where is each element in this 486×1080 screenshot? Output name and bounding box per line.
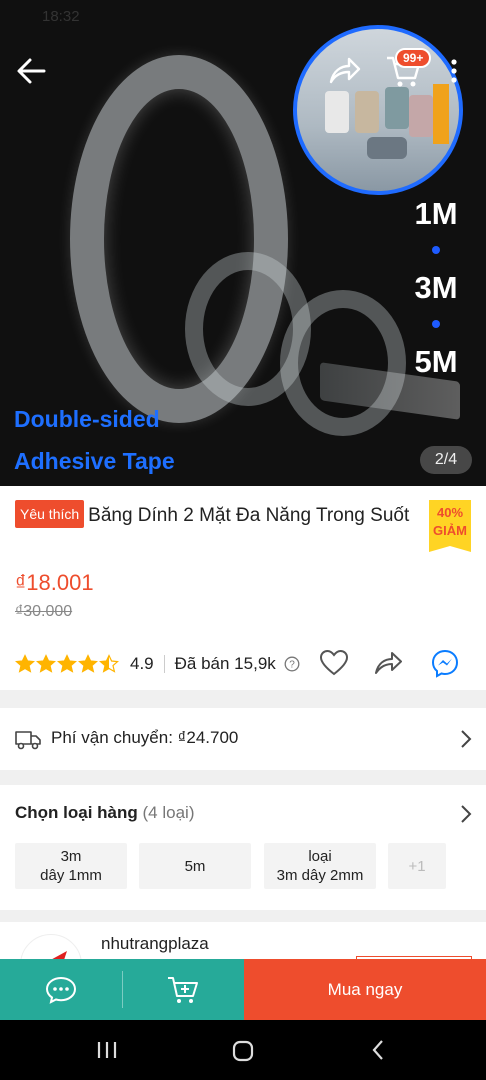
variant-option-line1: 3m — [60, 848, 82, 865]
add-to-cart-button[interactable] — [122, 959, 244, 1020]
rating-value: 4.9 — [130, 654, 154, 673]
discount-badge: 40% GIẢM — [429, 500, 471, 552]
variant-option-line2: 3m dây 2mm — [276, 867, 364, 884]
variant-option[interactable]: loại 3m dây 2mm — [264, 843, 376, 889]
variant-option-line2: dây 1mm — [40, 867, 102, 884]
variant-count: (4 loại) — [142, 803, 195, 822]
product-info-section: Yêu thích Băng Dính 2 Mặt Đa Năng Trong S… — [0, 486, 486, 690]
system-nav-bar — [0, 1020, 486, 1080]
star-icon — [36, 654, 56, 673]
messenger-icon[interactable] — [430, 648, 460, 678]
more-options-icon[interactable] — [449, 58, 459, 84]
chat-icon — [45, 976, 77, 1004]
favorite-badge: Yêu thích — [15, 500, 85, 528]
home-icon[interactable] — [231, 1039, 255, 1063]
buy-now-button[interactable]: Mua ngay — [244, 959, 486, 1020]
variant-option-line1: loại — [308, 848, 332, 865]
system-back-icon[interactable] — [371, 1039, 385, 1061]
cup — [409, 95, 433, 137]
help-icon[interactable]: ? — [284, 656, 300, 672]
chevron-right-icon[interactable] — [460, 804, 472, 824]
variant-option-line1: 5m — [184, 857, 206, 875]
product-title-text: Băng Dính 2 Mặt Đa Năng Trong Suốt — [88, 505, 410, 526]
size-label: 3M — [414, 270, 458, 305]
size-labels: 1M 3M 5M — [406, 196, 466, 380]
variant-option[interactable]: 5m — [139, 843, 251, 889]
share-icon[interactable] — [327, 55, 361, 85]
star-icon — [15, 654, 35, 673]
current-price: ₫18.001 — [15, 570, 94, 595]
image-counter: 2/4 — [420, 446, 472, 474]
svg-text:?: ? — [289, 660, 295, 671]
variant-option[interactable]: 3m dây 1mm — [15, 843, 127, 889]
discount-percent: 40% — [436, 505, 464, 520]
star-icon — [57, 654, 77, 673]
faucet — [367, 137, 407, 159]
star-icon — [78, 654, 98, 673]
heart-icon[interactable] — [319, 648, 349, 678]
add-cart-icon — [168, 977, 198, 1003]
chat-button[interactable] — [0, 959, 122, 1020]
star-icon — [99, 654, 119, 673]
towel — [433, 84, 449, 144]
size-label: 5M — [414, 344, 458, 379]
size-label: 1M — [414, 196, 458, 231]
divider — [163, 655, 165, 673]
recent-apps-icon[interactable] — [96, 1040, 118, 1060]
usage-photo-inset — [293, 25, 463, 195]
cup — [355, 91, 379, 133]
size-dot — [432, 320, 440, 328]
variant-more-button[interactable]: +1 — [388, 843, 446, 889]
cart-badge: 99+ — [395, 48, 432, 68]
cup — [385, 87, 409, 129]
bottom-action-bar: Mua ngay — [0, 959, 486, 1020]
share-icon[interactable] — [373, 648, 403, 678]
back-arrow-icon[interactable] — [14, 54, 48, 88]
star-rating — [15, 654, 120, 674]
cup — [325, 91, 349, 133]
size-dot — [432, 246, 440, 254]
status-time: 18:32 — [42, 8, 80, 25]
discount-label: GIẢM — [433, 523, 467, 538]
shop-name: nhutrangplaza — [101, 934, 209, 953]
image-caption-line2: Adhesive Tape — [14, 448, 175, 474]
shipping-fee: Phí vận chuyển: ₫24.700 — [51, 728, 239, 747]
variant-section: Chọn loại hàng (4 loại) 3m dây 1mm 5m loạ… — [0, 785, 486, 910]
sold-count: Đã bán 15,9k — [174, 654, 276, 673]
original-price: ₫30.000 — [15, 603, 73, 620]
product-title: Yêu thích Băng Dính 2 Mặt Đa Năng Trong S… — [15, 500, 410, 529]
truck-icon — [15, 731, 41, 750]
shipping-row[interactable]: Phí vận chuyển: ₫24.700 — [0, 708, 486, 770]
product-image-carousel[interactable]: 18:32 1M 3M 5M Double-sided Adhesive Tap… — [0, 0, 486, 486]
variant-heading-label: Chọn loại hàng — [15, 803, 138, 822]
chevron-right-icon — [461, 730, 472, 748]
tape-roll-small — [280, 290, 406, 436]
variant-more-label: +1 — [408, 857, 426, 875]
rating-row: 4.9 Đã bán 15,9k ? — [15, 650, 475, 678]
image-caption-line1: Double-sided — [14, 406, 160, 432]
variant-heading[interactable]: Chọn loại hàng (4 loại) — [15, 803, 194, 823]
